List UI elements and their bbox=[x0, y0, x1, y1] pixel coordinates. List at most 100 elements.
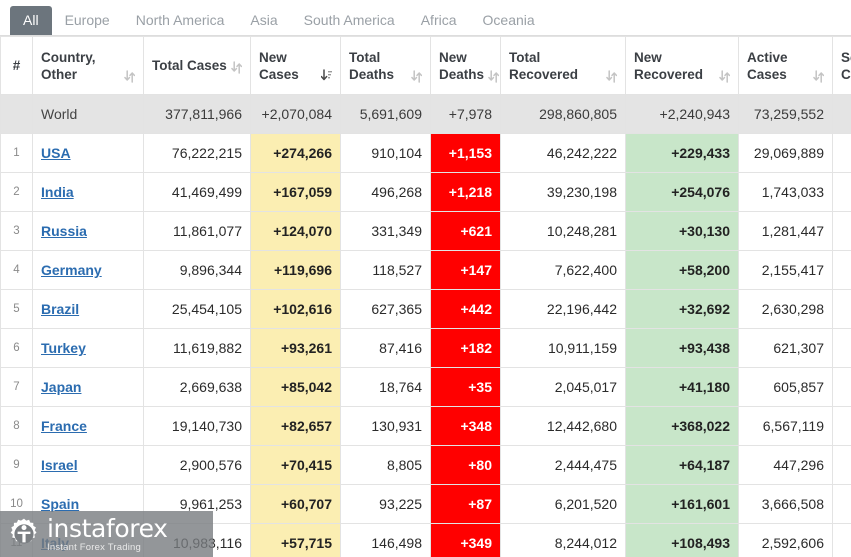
cell-total-recovered: 10,911,159 bbox=[500, 328, 626, 368]
country-link[interactable]: Germany bbox=[41, 262, 102, 278]
cell-country: Germany bbox=[32, 250, 144, 290]
cell-value: 447,296 bbox=[773, 457, 824, 473]
cell-active-cases: 3,666,508 bbox=[738, 484, 833, 524]
cell-value: 11,861,077 bbox=[172, 223, 242, 239]
cell-value: +368,022 bbox=[671, 418, 730, 434]
cell-serious-critical bbox=[832, 172, 851, 212]
tab-all[interactable]: All bbox=[10, 6, 52, 35]
column-header-serious-critical[interactable]: Serious, Critical bbox=[832, 36, 851, 95]
tab-asia[interactable]: Asia bbox=[237, 6, 290, 35]
cell-total-deaths: 5,691,609 bbox=[340, 94, 431, 134]
cell-value: +442 bbox=[460, 301, 492, 317]
continent-tab-bar: All Europe North America Asia South America A… bbox=[0, 0, 851, 36]
sort-toggle-icon[interactable] bbox=[231, 60, 243, 75]
cell-total-cases: 9,896,344 bbox=[143, 250, 251, 290]
country-link[interactable]: Russia bbox=[41, 223, 87, 239]
cell-value: 93,225 bbox=[379, 496, 422, 512]
cell-total-cases: 25,454,105 bbox=[143, 289, 251, 329]
column-header-new-deaths[interactable]: New Deaths bbox=[430, 36, 501, 95]
country-link[interactable]: Turkey bbox=[41, 340, 86, 356]
country-link[interactable]: India bbox=[41, 184, 74, 200]
sort-toggle-icon[interactable] bbox=[813, 69, 825, 84]
stats-table-scroll-area[interactable]: # Country, Other Total Cases New Cases Total… bbox=[0, 36, 851, 557]
cell-country: France bbox=[32, 406, 144, 446]
cell-new-recovered: +254,076 bbox=[625, 172, 739, 212]
cell-value: +229,433 bbox=[671, 145, 730, 161]
country-link[interactable]: France bbox=[41, 418, 87, 434]
cell-new-cases: +70,415 bbox=[250, 445, 341, 485]
sort-toggle-icon[interactable] bbox=[488, 69, 500, 84]
sort-toggle-icon[interactable] bbox=[124, 69, 136, 84]
cell-country: World bbox=[32, 94, 144, 134]
sort-toggle-icon[interactable] bbox=[411, 69, 423, 84]
tab-africa[interactable]: Africa bbox=[408, 6, 470, 35]
cell-new-cases: +274,266 bbox=[250, 133, 341, 173]
column-header-label: Total Cases bbox=[152, 58, 227, 73]
cell-idx: 4 bbox=[0, 250, 33, 290]
country-link[interactable]: Brazil bbox=[41, 301, 79, 317]
cell-serious-critical bbox=[832, 133, 851, 173]
cell-new-deaths: +621 bbox=[430, 211, 501, 251]
cell-value: +119,696 bbox=[273, 262, 332, 278]
cell-value: 10,911,159 bbox=[547, 340, 617, 356]
cell-value: +32,692 bbox=[679, 301, 730, 317]
cell-new-recovered: +368,022 bbox=[625, 406, 739, 446]
world-summary-row: World 377,811,966 +2,070,084 5,691,609 +7,97… bbox=[0, 94, 851, 134]
cell-value: 8,805 bbox=[386, 457, 422, 473]
cell-value: +57,715 bbox=[281, 535, 332, 551]
cell-value: 7,622,400 bbox=[554, 262, 617, 278]
sort-toggle-icon[interactable] bbox=[606, 69, 618, 84]
table-row: 2 India 41,469,499 +167,059 496,268 +1,218 39,… bbox=[0, 172, 851, 212]
country-link[interactable]: Spain bbox=[41, 496, 79, 512]
table-row: 3 Russia 11,861,077 +124,070 331,349 +621 10,2… bbox=[0, 211, 851, 251]
tab-north-america[interactable]: North America bbox=[123, 6, 238, 35]
table-row: 5 Brazil 25,454,105 +102,616 627,365 +442 22,1… bbox=[0, 289, 851, 329]
column-header-total-deaths[interactable]: Total Deaths bbox=[340, 36, 431, 95]
cell-new-cases: +85,042 bbox=[250, 367, 341, 407]
column-header-label: Total Recovered bbox=[509, 49, 579, 82]
cell-new-cases: +167,059 bbox=[250, 172, 341, 212]
column-header-new-recovered[interactable]: New Recovered bbox=[625, 36, 739, 95]
column-header-country[interactable]: Country, Other bbox=[32, 36, 144, 95]
covid-stats-table: # Country, Other Total Cases New Cases Total… bbox=[0, 36, 851, 557]
country-link[interactable]: Italy bbox=[41, 535, 69, 551]
country-link[interactable]: Japan bbox=[41, 379, 81, 395]
cell-new-deaths: +349 bbox=[430, 523, 501, 557]
cell-new-recovered: +108,493 bbox=[625, 523, 739, 557]
cell-value: +2,240,943 bbox=[659, 106, 730, 122]
sort-toggle-icon[interactable] bbox=[719, 69, 731, 84]
column-header-total-cases[interactable]: Total Cases bbox=[143, 36, 251, 95]
column-header-new-cases[interactable]: New Cases bbox=[250, 36, 341, 95]
country-link[interactable]: USA bbox=[41, 145, 71, 161]
column-header-total-recovered[interactable]: Total Recovered bbox=[500, 36, 626, 95]
tab-europe[interactable]: Europe bbox=[52, 6, 123, 35]
cell-value: 4 bbox=[13, 264, 20, 276]
cell-total-cases: 19,140,730 bbox=[143, 406, 251, 446]
column-header-label: Active Cases bbox=[747, 49, 788, 82]
tab-oceania[interactable]: Oceania bbox=[470, 6, 548, 35]
column-header-active-cases[interactable]: Active Cases bbox=[738, 36, 833, 95]
table-row: 1 USA 76,222,215 +274,266 910,104 +1,153 46,24… bbox=[0, 133, 851, 173]
cell-new-cases: +93,261 bbox=[250, 328, 341, 368]
cell-new-recovered: +2,240,943 bbox=[625, 94, 739, 134]
cell-total-cases: 9,961,253 bbox=[143, 484, 251, 524]
cell-value: 12,442,680 bbox=[546, 418, 617, 434]
cell-total-deaths: 93,225 bbox=[340, 484, 431, 524]
cell-value: +30,130 bbox=[679, 223, 730, 239]
cell-country: USA bbox=[32, 133, 144, 173]
tab-south-america[interactable]: South America bbox=[291, 6, 408, 35]
cell-value: 46,242,222 bbox=[546, 145, 617, 161]
country-link[interactable]: Israel bbox=[41, 457, 78, 473]
covid-stats-page: All Europe North America Asia South America A… bbox=[0, 0, 851, 557]
cell-value: 76,222,215 bbox=[171, 145, 242, 161]
cell-new-recovered: +229,433 bbox=[625, 133, 739, 173]
cell-value: 298,860,805 bbox=[539, 106, 617, 122]
cell-new-recovered: +58,200 bbox=[625, 250, 739, 290]
cell-new-deaths: +147 bbox=[430, 250, 501, 290]
cell-value: +621 bbox=[460, 223, 492, 239]
cell-value: +64,187 bbox=[679, 457, 730, 473]
cell-total-recovered: 8,244,012 bbox=[500, 523, 626, 557]
cell-idx: 9 bbox=[0, 445, 33, 485]
cell-total-deaths: 496,268 bbox=[340, 172, 431, 212]
sort-descending-icon[interactable] bbox=[320, 68, 332, 84]
